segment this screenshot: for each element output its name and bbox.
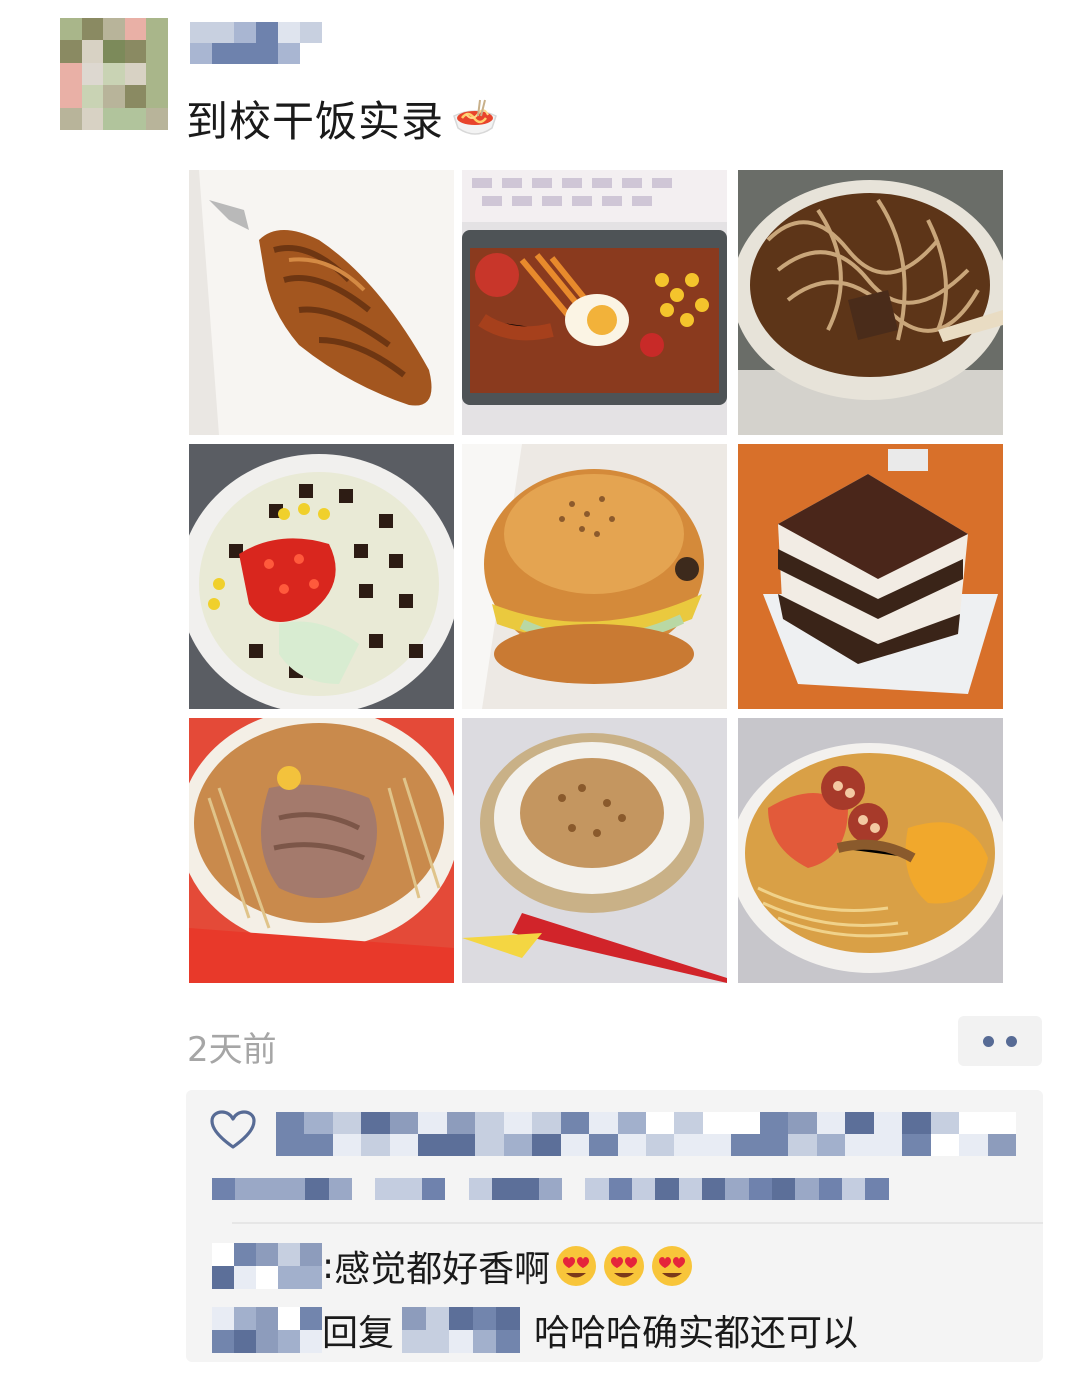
photo-grid — [189, 170, 1007, 988]
rice-bowl-photo[interactable] — [189, 444, 454, 709]
liked-by-names[interactable] — [276, 1112, 1016, 1156]
comment-colon: : — [322, 1245, 335, 1287]
heart-icon — [210, 1110, 256, 1149]
reply-target-name[interactable] — [402, 1307, 521, 1353]
heart-eyes-emoji — [652, 1246, 693, 1286]
avatar[interactable] — [60, 18, 168, 130]
heart-eyes-emoji — [604, 1246, 645, 1286]
post-time: 2天前 — [187, 1030, 277, 1070]
reply-label: 回复 — [322, 1313, 395, 1354]
rice-with-topping-photo[interactable] — [462, 718, 727, 983]
liked-by-names[interactable] — [212, 1178, 912, 1200]
more-actions-button[interactable] — [958, 1016, 1042, 1066]
comment-reply[interactable]: 回复 哈哈哈确实都还可以 — [212, 1304, 858, 1356]
comment-text: 感觉都好香啊 — [334, 1249, 551, 1290]
username[interactable] — [190, 22, 322, 64]
spicy-noodle-bowl-photo[interactable] — [189, 718, 454, 983]
interaction-panel: : 感觉都好香啊 回复 哈哈哈确实都还可以 — [186, 1090, 1043, 1362]
post-text: 到校干饭实录 — [186, 88, 500, 149]
spaghetti-emoji — [453, 99, 497, 135]
dot-icon — [1006, 1035, 1017, 1047]
bento-box-photo[interactable] — [462, 170, 727, 435]
noodles-with-lotus-photo[interactable] — [738, 718, 1003, 983]
tiramisu-cake-photo[interactable] — [738, 444, 1003, 709]
heart-eyes-emoji — [556, 1246, 597, 1286]
commenter-name[interactable] — [212, 1243, 322, 1289]
divider — [232, 1222, 1043, 1224]
post-text-label: 到校干饭实录 — [186, 97, 445, 146]
dot-icon — [983, 1035, 994, 1047]
croissant-photo[interactable] — [189, 170, 454, 435]
burger-photo[interactable] — [462, 444, 727, 709]
comment-text: 哈哈哈确实都还可以 — [534, 1313, 859, 1354]
comment[interactable]: : 感觉都好香啊 — [212, 1240, 694, 1292]
commenter-name[interactable] — [212, 1307, 322, 1353]
noodle-soup-photo[interactable] — [738, 170, 1003, 435]
